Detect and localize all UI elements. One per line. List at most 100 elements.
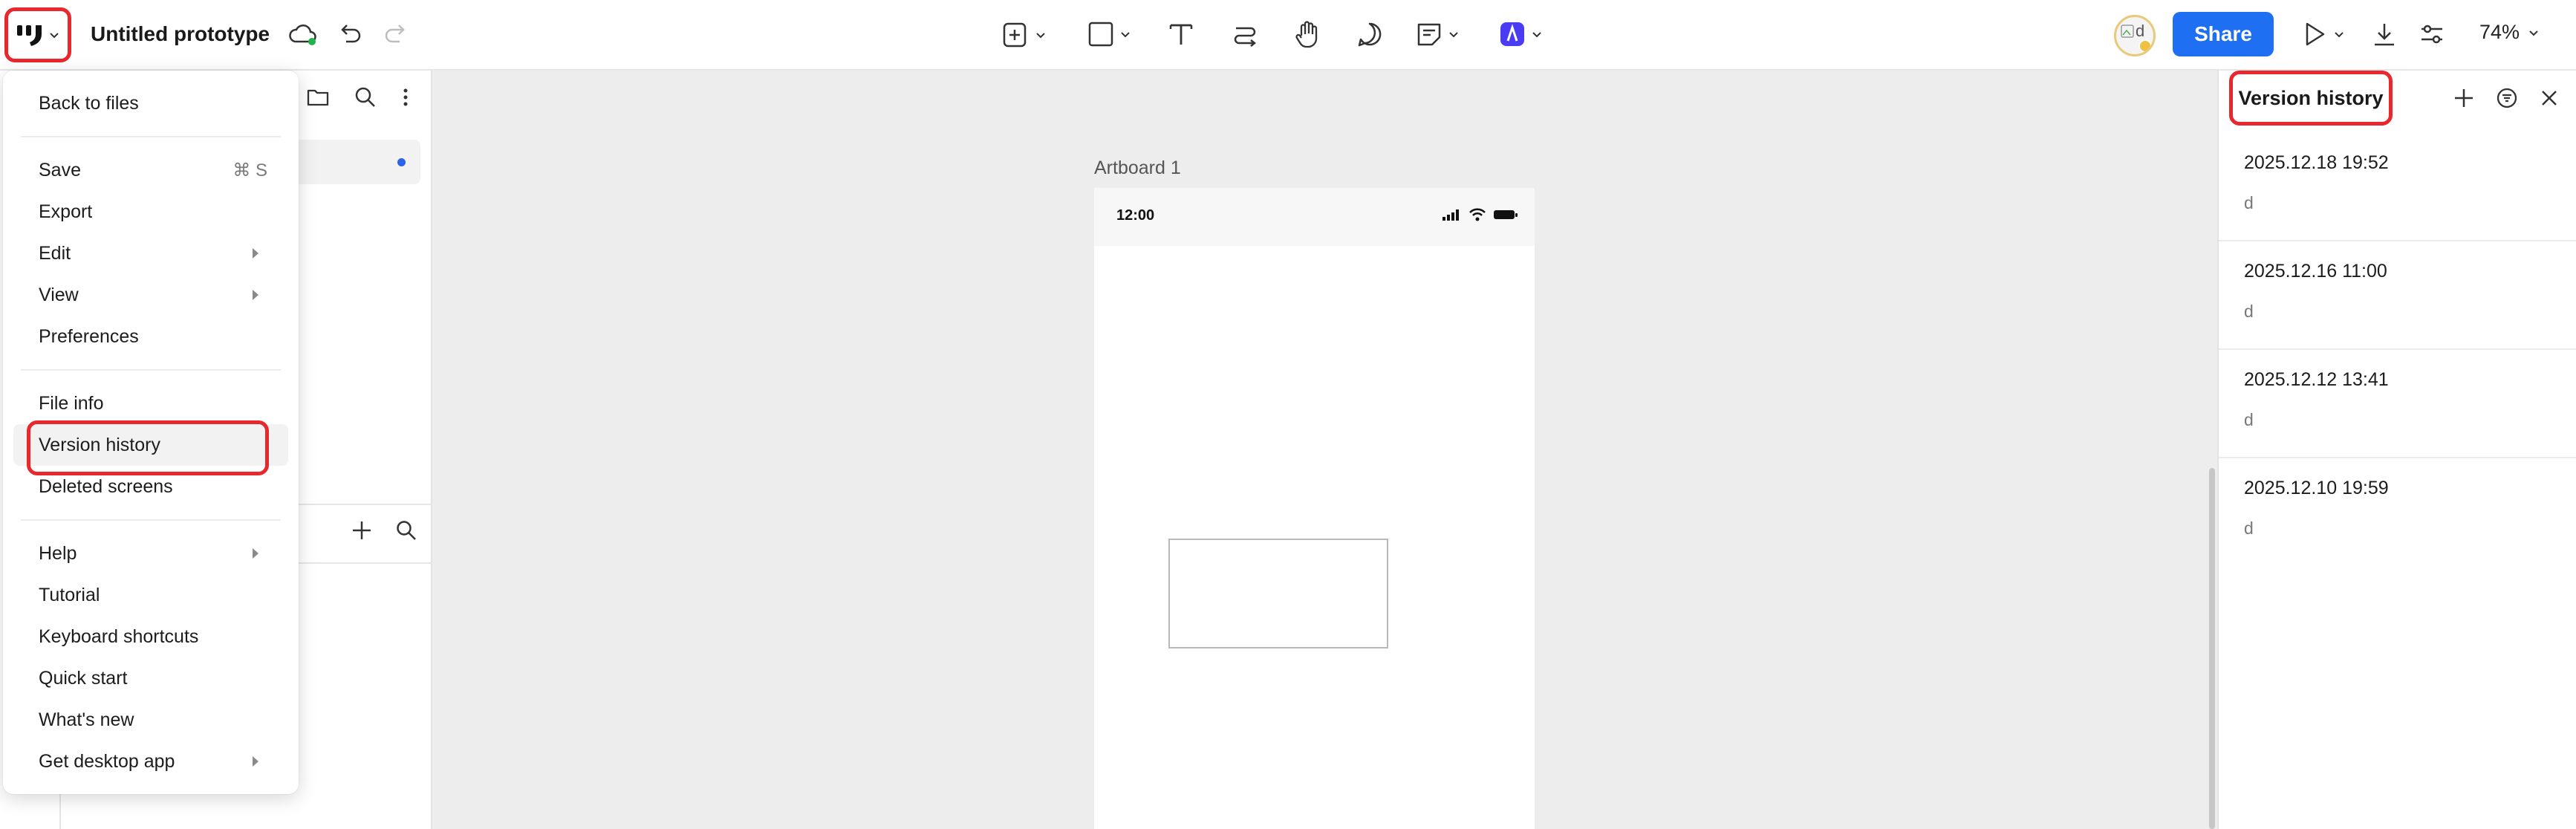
- undo-icon[interactable]: [336, 21, 362, 48]
- app-logo-icon: [16, 22, 44, 48]
- download-button[interactable]: [2371, 21, 2398, 48]
- current-page-dot: [397, 158, 406, 166]
- close-icon[interactable]: [2539, 88, 2560, 108]
- chevron-down-icon: [2334, 29, 2344, 39]
- version-user: d: [2244, 302, 2254, 321]
- sliders-icon: [2419, 21, 2445, 48]
- menu-item-keyboard-shortcuts[interactable]: Keyboard shortcuts: [13, 616, 288, 657]
- version-user: d: [2244, 518, 2254, 538]
- version-date: 2025.12.16 11:00: [2244, 261, 2387, 282]
- chevron-down-icon: [1448, 29, 1459, 39]
- chevron-down-icon: [1532, 29, 1542, 39]
- version-item[interactable]: 2025.12.18 19:52 d: [2219, 133, 2576, 241]
- text-tool[interactable]: [1168, 21, 1194, 48]
- version-item[interactable]: 2025.12.10 19:59 d: [2219, 458, 2576, 567]
- cloud-sync-icon[interactable]: [288, 22, 318, 48]
- artboard[interactable]: 12:00: [1094, 188, 1535, 829]
- menu-item-label: Get desktop app: [39, 750, 175, 772]
- filter-icon[interactable]: [2496, 87, 2518, 109]
- menu-item-label: View: [39, 284, 79, 305]
- menu-item-label: Version history: [39, 434, 160, 455]
- search-icon[interactable]: [395, 519, 417, 542]
- note-tool[interactable]: [1416, 21, 1459, 48]
- submenu-arrow-icon: [253, 548, 258, 559]
- menu-item-label: Deleted screens: [39, 475, 173, 497]
- document-title[interactable]: Untitled prototype: [91, 22, 270, 46]
- hand-tool[interactable]: [1294, 19, 1322, 49]
- submenu-arrow-icon: [253, 248, 258, 259]
- menu-item-quick-start[interactable]: Quick start: [13, 657, 288, 699]
- insert-icon: [1001, 21, 1030, 49]
- chevron-down-icon: [2528, 27, 2539, 38]
- menu-item-whats-new[interactable]: What's new: [13, 699, 288, 741]
- connector-tool[interactable]: [1232, 21, 1258, 48]
- share-button[interactable]: Share: [2173, 12, 2274, 56]
- menu-item-file-info[interactable]: File info: [13, 383, 288, 424]
- shape-tool[interactable]: [1087, 21, 1131, 48]
- menu-item-label: Quick start: [39, 667, 128, 689]
- menu-item-label: Help: [39, 542, 77, 564]
- folder-icon[interactable]: [306, 85, 330, 109]
- menu-separator: [21, 369, 281, 371]
- menu-item-view[interactable]: View: [13, 274, 288, 316]
- plus-icon[interactable]: [351, 519, 373, 542]
- battery-icon: [1493, 209, 1518, 221]
- canvas-vertical-scrollbar[interactable]: [2209, 468, 2215, 829]
- menu-separator: [21, 519, 281, 521]
- menu-item-export[interactable]: Export: [13, 191, 288, 233]
- menu-item-label: Export: [39, 201, 93, 222]
- menu-item-edit[interactable]: Edit: [13, 233, 288, 274]
- settings-sliders-button[interactable]: [2419, 21, 2445, 48]
- status-dot: [2138, 39, 2152, 53]
- artboard-label[interactable]: Artboard 1: [1094, 157, 1181, 179]
- ai-tool[interactable]: [1499, 21, 1542, 48]
- chevron-down-icon: [48, 29, 60, 41]
- insert-tool[interactable]: [1001, 21, 1046, 49]
- menu-item-tutorial[interactable]: Tutorial: [13, 574, 288, 616]
- zoom-control[interactable]: 74%: [2479, 21, 2539, 44]
- version-date: 2025.12.18 19:52: [2244, 152, 2389, 173]
- wifi-icon: [1468, 208, 1486, 221]
- submenu-arrow-icon: [253, 290, 258, 300]
- ai-icon: [1499, 21, 1526, 48]
- chevron-down-icon: [1035, 30, 1046, 40]
- redo-icon[interactable]: [383, 21, 410, 48]
- menu-separator: [21, 136, 281, 137]
- comment-tool[interactable]: [1356, 21, 1383, 48]
- search-icon[interactable]: [354, 85, 377, 109]
- menu-item-preferences[interactable]: Preferences: [13, 316, 288, 357]
- menu-item-label: Back to files: [39, 92, 139, 114]
- menu-item-help[interactable]: Help: [13, 533, 288, 574]
- submenu-arrow-icon: [253, 756, 258, 767]
- play-icon: [2301, 21, 2328, 48]
- comment-icon: [1356, 21, 1383, 48]
- rectangle-layer[interactable]: [1168, 539, 1388, 648]
- menu-item-back-to-files[interactable]: Back to files: [13, 82, 288, 124]
- zoom-level: 74%: [2479, 21, 2520, 43]
- user-avatar[interactable]: d: [2114, 15, 2156, 56]
- version-item[interactable]: 2025.12.16 11:00 d: [2219, 241, 2576, 350]
- main-menu-button[interactable]: [4, 7, 71, 62]
- layers-section-toolbar: [351, 519, 417, 542]
- version-list: 2025.12.18 19:52 d 2025.12.16 11:00 d 20…: [2219, 133, 2576, 567]
- status-time: 12:00: [1116, 207, 1155, 224]
- menu-item-deleted-screens[interactable]: Deleted screens: [13, 466, 288, 507]
- menu-item-label: Edit: [39, 242, 71, 264]
- hand-icon: [1294, 19, 1322, 49]
- download-icon: [2371, 21, 2398, 48]
- preview-play-button[interactable]: [2301, 21, 2344, 48]
- more-vertical-icon[interactable]: [401, 85, 410, 109]
- text-icon: [1168, 21, 1194, 48]
- menu-shortcut: ⌘ S: [232, 160, 267, 181]
- menu-item-label: Keyboard shortcuts: [39, 625, 199, 647]
- note-icon: [1416, 21, 1443, 48]
- selected-page-row[interactable]: [284, 140, 420, 184]
- chevron-down-icon: [1120, 29, 1131, 39]
- menu-item-version-history[interactable]: Version history: [13, 424, 288, 466]
- menu-item-get-desktop-app[interactable]: Get desktop app: [13, 741, 288, 782]
- menu-item-label: Preferences: [39, 325, 139, 347]
- version-item[interactable]: 2025.12.12 13:41 d: [2219, 350, 2576, 458]
- add-version-icon[interactable]: [2453, 87, 2475, 109]
- top-toolbar: Untitled prototype d Share 74%: [0, 0, 2576, 71]
- menu-item-save[interactable]: Save ⌘ S: [13, 149, 288, 191]
